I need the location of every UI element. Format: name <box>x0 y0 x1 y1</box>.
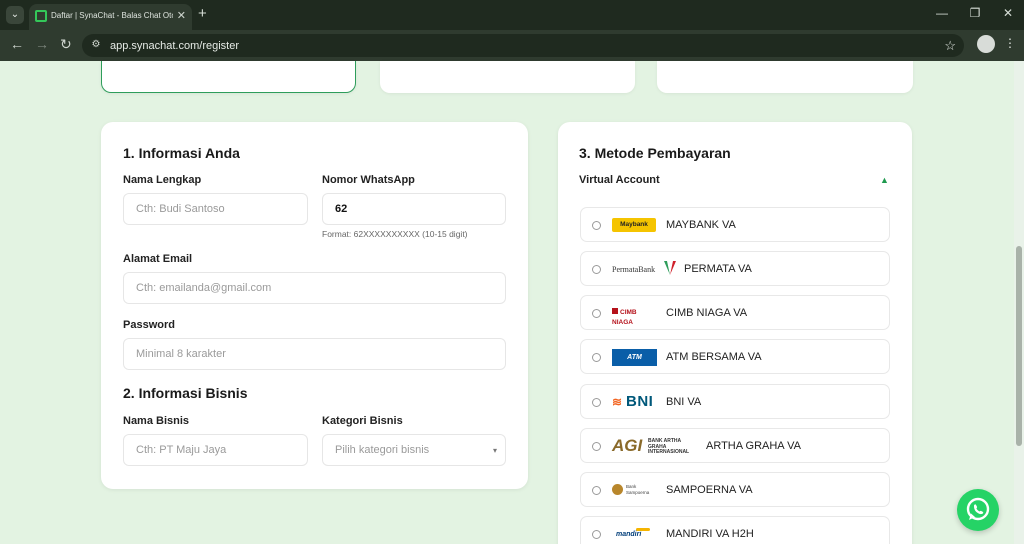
section-title-business-info: 2. Informasi Bisnis <box>123 385 248 401</box>
radio-button[interactable] <box>592 309 601 318</box>
radio-button[interactable] <box>592 221 601 230</box>
business-name-input[interactable]: Cth: PT Maju Jaya <box>123 434 308 466</box>
plan-card[interactable] <box>380 61 635 93</box>
sampoerna-logo-text: Bank Sampoerna <box>626 484 650 495</box>
bni-logo-icon: ≋ BNI <box>612 393 654 410</box>
bookmark-star-icon[interactable]: ☆ <box>944 38 956 54</box>
sampoerna-logo-icon: Bank Sampoerna <box>612 483 656 497</box>
business-category-label: Kategori Bisnis <box>322 415 403 427</box>
password-label: Password <box>123 319 175 331</box>
email-label: Alamat Email <box>123 253 193 265</box>
bni-logo-text: BNI <box>626 393 654 410</box>
radio-button[interactable] <box>592 486 601 495</box>
whatsapp-chat-button[interactable] <box>957 489 999 531</box>
forward-icon[interactable]: → <box>35 36 49 52</box>
url-text: app.synachat.com/register <box>110 40 240 52</box>
address-bar[interactable]: ⚙ app.synachat.com/register ☆ <box>82 34 964 57</box>
password-input[interactable]: Minimal 8 karakter <box>123 338 506 370</box>
radio-button[interactable] <box>592 265 601 274</box>
whatsapp-label: Nomor WhatsApp <box>322 174 415 186</box>
whatsapp-format-hint: Format: 62XXXXXXXXXX (10-15 digit) <box>322 229 468 239</box>
artha-graha-logo-icon: AGI BANK ARTHA GRAHA INTERNASIONAL <box>612 436 700 456</box>
payment-option-atm-bersama[interactable]: ATM ATM BERSAMA VA <box>580 339 890 374</box>
email-input[interactable]: Cth: emailanda@gmail.com <box>123 272 506 304</box>
synachat-favicon-icon <box>35 10 47 22</box>
payment-option-cimb[interactable]: CIMB NIAGA CIMB NIAGA VA <box>580 295 890 330</box>
scrollbar-thumb[interactable] <box>1016 246 1022 446</box>
atm-bersama-logo-icon: ATM <box>612 349 657 366</box>
browser-toolbar: ← → ↻ ⚙ app.synachat.com/register ☆ ⋮ <box>0 30 1024 61</box>
section-title-personal-info: 1. Informasi Anda <box>123 145 240 161</box>
whatsapp-input[interactable]: 62 <box>322 193 506 225</box>
plan-card-selected[interactable] <box>101 61 356 93</box>
maybank-logo-icon: Maybank <box>612 218 656 232</box>
artha-graha-logo-subtext: BANK ARTHA GRAHA INTERNASIONAL <box>648 438 690 455</box>
plan-card[interactable] <box>657 61 913 93</box>
payment-option-bni[interactable]: ≋ BNI BNI VA <box>580 384 890 419</box>
mandiri-logo-text: mandiri <box>616 531 642 538</box>
page-scrollbar[interactable] <box>1014 61 1024 544</box>
payment-option-permata[interactable]: PermataBank PERMATA VA <box>580 251 890 286</box>
collapse-up-icon[interactable]: ▲ <box>880 175 889 185</box>
section-title-payment: 3. Metode Pembayaran <box>579 145 731 161</box>
business-name-label: Nama Bisnis <box>123 415 190 427</box>
dropdown-caret-icon: ▾ <box>492 446 497 455</box>
payment-option-maybank[interactable]: Maybank MAYBANK VA <box>580 207 890 242</box>
payment-option-label: MANDIRI VA H2H <box>666 528 754 540</box>
full-name-input[interactable]: Cth: Budi Santoso <box>123 193 308 225</box>
permata-logo-icon: PermataBank <box>612 261 676 277</box>
reload-icon[interactable]: ↻ <box>60 36 72 53</box>
new-tab-icon[interactable]: + <box>198 6 207 22</box>
payment-option-sampoerna[interactable]: Bank Sampoerna SAMPOERNA VA <box>580 472 890 507</box>
payment-option-mandiri[interactable]: mandiri MANDIRI VA H2H <box>580 516 890 544</box>
payment-option-label: BNI VA <box>666 396 702 408</box>
payment-option-label: ATM BERSAMA VA <box>666 351 762 363</box>
payment-option-label: SAMPOERNA VA <box>666 484 753 496</box>
tab-close-icon[interactable]: ✕ <box>177 9 186 22</box>
minimize-icon[interactable]: — <box>932 6 952 20</box>
browser-tab-bar: ⌄ Daftar | SynaChat - Balas Chat Oto... … <box>0 0 1024 30</box>
business-category-select[interactable]: Pilih kategori bisnis ▾ <box>322 434 506 466</box>
cimb-logo-icon: CIMB NIAGA <box>612 308 658 326</box>
permata-logo-text: PermataBank <box>612 265 656 274</box>
payment-option-label: ARTHA GRAHA VA <box>706 440 801 452</box>
site-settings-icon[interactable]: ⚙ <box>90 39 102 51</box>
payment-option-label: MAYBANK VA <box>666 219 736 231</box>
tab-title: Daftar | SynaChat - Balas Chat Oto... <box>51 11 173 20</box>
mandiri-logo-icon: mandiri <box>612 526 656 540</box>
virtual-account-group-label[interactable]: Virtual Account <box>579 174 660 186</box>
profile-avatar[interactable] <box>977 35 995 53</box>
artha-graha-logo-text: AGI <box>612 436 643 455</box>
restore-icon[interactable]: ❐ <box>965 6 985 20</box>
radio-button[interactable] <box>592 442 601 451</box>
whatsapp-icon <box>966 497 990 521</box>
radio-button[interactable] <box>592 398 601 407</box>
close-window-icon[interactable]: ✕ <box>998 6 1018 20</box>
radio-button[interactable] <box>592 530 601 539</box>
payment-option-label: CIMB NIAGA VA <box>666 307 748 319</box>
browser-menu-icon[interactable]: ⋮ <box>1004 36 1016 50</box>
payment-option-label: PERMATA VA <box>684 263 752 275</box>
payment-option-artha-graha[interactable]: AGI BANK ARTHA GRAHA INTERNASIONAL ARTHA… <box>580 428 890 463</box>
business-category-placeholder: Pilih kategori bisnis <box>335 444 430 456</box>
full-name-label: Nama Lengkap <box>123 174 202 186</box>
browser-tab[interactable]: Daftar | SynaChat - Balas Chat Oto... ✕ <box>29 4 192 30</box>
back-icon[interactable]: ← <box>10 36 24 52</box>
tab-search-icon[interactable]: ⌄ <box>6 6 24 24</box>
radio-button[interactable] <box>592 353 601 362</box>
